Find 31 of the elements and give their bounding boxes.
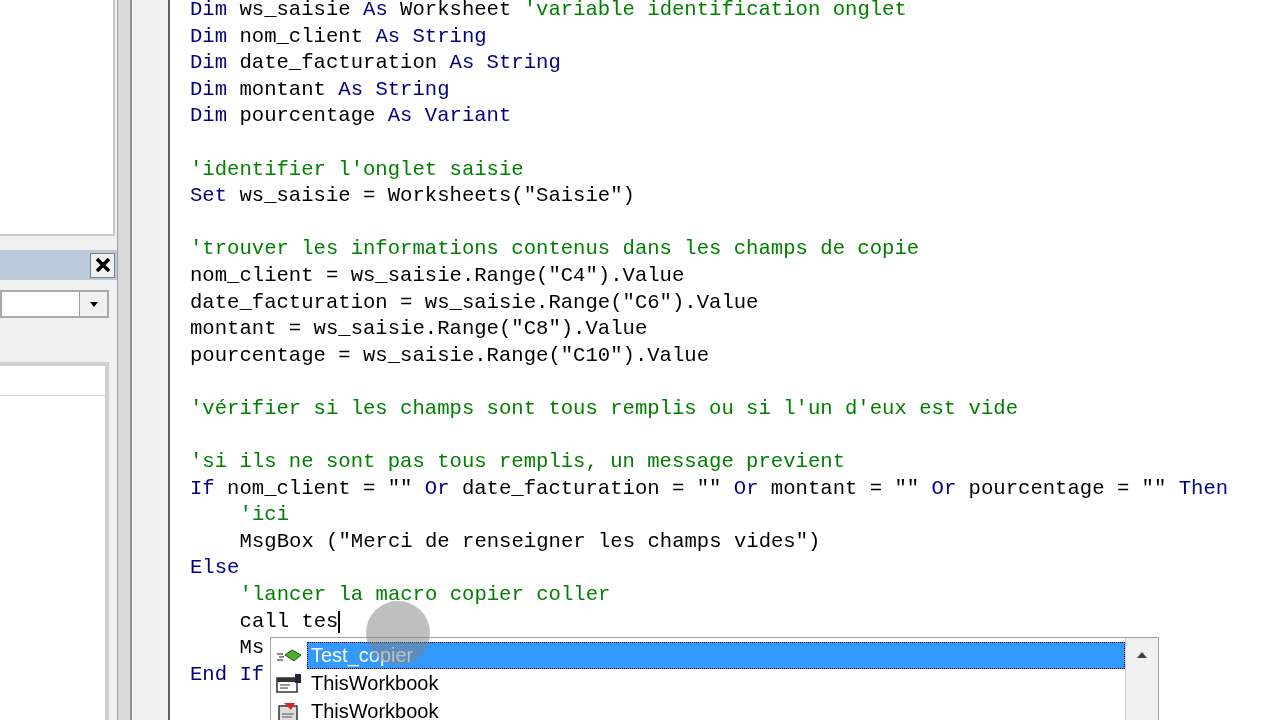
- window-icon: [275, 672, 303, 694]
- code-line: Else: [190, 555, 240, 582]
- code-line: If nom_client = "" Or date_facturation = "" Or montant = "" Or pourcentage = "" Then: [190, 475, 1229, 502]
- code-line: Dim pourcentage As Variant: [190, 103, 512, 130]
- code-line: nom_client = ws_saisie.Range("C4").Value: [190, 262, 685, 289]
- code-line: 'si ils ne sont pas tous remplis, un message previent: [190, 449, 845, 476]
- caret-icon: [89, 301, 98, 307]
- code-line: Ms: [239, 635, 265, 662]
- code-line: MsgBox ("Merci de renseigner les champs vides"): [239, 528, 821, 555]
- code-line: pourcentage = ws_saisie.Range("C10").Value: [190, 342, 710, 369]
- code-line: 'ici: [239, 502, 290, 529]
- code-line: montant = ws_saisie.Range("C8").Value: [190, 316, 648, 343]
- autocomplete-item[interactable]: ThisWorkbook: [307, 669, 1125, 697]
- code-line: date_facturation = ws_saisie.Range("C6").Value: [190, 289, 759, 316]
- autocomplete-item[interactable]: ThisWorkbook: [307, 697, 1125, 720]
- close-button[interactable]: [90, 252, 115, 278]
- dropdown-button[interactable]: [79, 292, 107, 316]
- code-line: End If: [190, 661, 265, 688]
- code-line: Dim date_facturation As String: [190, 50, 561, 77]
- code-line: Set ws_saisie = Worksheets("Saisie"): [190, 183, 635, 210]
- scrollbar[interactable]: [1125, 638, 1158, 720]
- code-line: Dim nom_client As String: [190, 23, 487, 50]
- code-line: 'vérifier si les champs sont tous remplis ou si l'un d'eux est vide: [190, 395, 1018, 422]
- code-line: 'lancer la macro copier coller: [239, 582, 611, 609]
- code-line: 'identifier l'onglet saisie: [190, 156, 524, 183]
- close-icon: [94, 257, 111, 273]
- code-line: call tes: [239, 608, 339, 635]
- code-line: 'trouver les informations contenus dans les champs de copie: [190, 236, 920, 263]
- code-line: Dim ws_saisie As Worksheet 'variable identification onglet: [190, 0, 907, 23]
- scroll-up-icon: [1137, 652, 1147, 658]
- code-line: Dim montant As String: [190, 76, 450, 103]
